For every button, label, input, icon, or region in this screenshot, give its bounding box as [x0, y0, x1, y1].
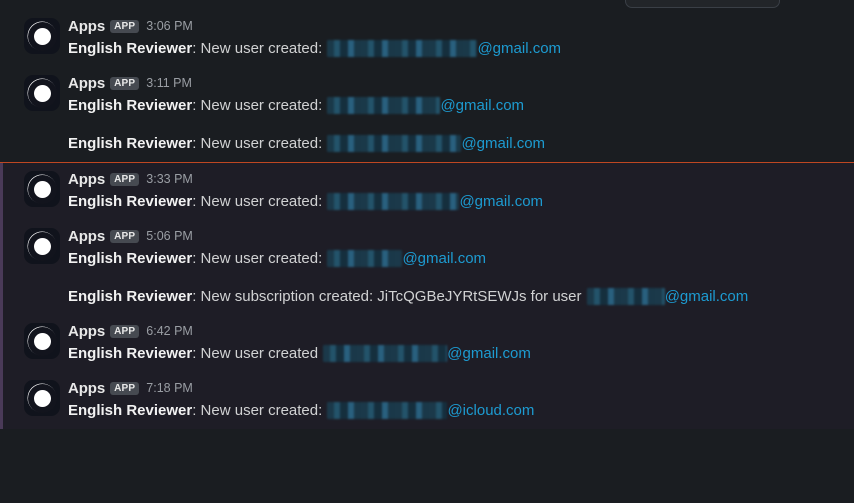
message-group-inner: Apps APP 5:06 PM English Reviewer: New user… [24, 226, 834, 271]
redacted-email-local-part [323, 345, 448, 362]
message-line: English Reviewer: New user created: @gma… [68, 247, 834, 271]
message-header: Apps APP 7:18 PM [68, 378, 834, 398]
sender-name[interactable]: Apps [68, 171, 105, 188]
message-header: Apps APP 3:33 PM [68, 169, 834, 189]
message-body-text: : New user created: [192, 250, 327, 267]
message-content: Apps APP 5:06 PM English Reviewer: New user… [68, 226, 834, 271]
message-header: Apps APP 3:11 PM [68, 73, 834, 93]
message-group-inner: Apps APP 3:11 PM English Reviewer: New user… [24, 73, 834, 118]
message-header: Apps APP 3:06 PM [68, 16, 834, 36]
message-timestamp[interactable]: 3:11 PM [146, 76, 192, 90]
message-line: English Reviewer: New user created: @icl… [68, 399, 834, 423]
redacted-email-local-part [586, 288, 665, 305]
message-group-inner: Apps APP 3:33 PM English Reviewer: New user… [24, 169, 834, 214]
message-reviewer-name: English Reviewer [68, 135, 193, 152]
redacted-email-local-part [327, 193, 460, 210]
email-domain-link[interactable]: @gmail.com [665, 288, 749, 305]
message-group[interactable]: Apps APP 3:06 PM English Reviewer: New user… [0, 10, 854, 67]
redacted-email-local-part [327, 40, 478, 57]
message-line: English Reviewer: New user created @gmai… [68, 342, 834, 366]
message-group[interactable]: Apps APP 3:33 PM English Reviewer: New user… [0, 163, 854, 220]
redacted-email-local-part [327, 97, 441, 114]
apps-bot-avatar-icon[interactable] [24, 380, 60, 416]
message-line: English Reviewer: New user created: @gma… [24, 132, 834, 156]
avatar-ring [27, 21, 57, 51]
avatar-ring [27, 174, 57, 204]
message-group-inner: Apps APP 3:06 PM English Reviewer: New user… [24, 16, 834, 61]
email-domain-link[interactable]: @gmail.com [402, 250, 486, 267]
sender-name[interactable]: Apps [68, 228, 105, 245]
message-line: English Reviewer: New user created: @gma… [68, 94, 834, 118]
email-domain-link[interactable]: @gmail.com [447, 345, 531, 362]
message-group[interactable]: Apps APP 6:42 PM English Reviewer: New user… [0, 315, 854, 372]
app-badge: APP [110, 324, 140, 338]
sender-name[interactable]: Apps [68, 18, 105, 35]
email-domain-link[interactable]: @gmail.com [459, 193, 543, 210]
message-line: English Reviewer: New subscription creat… [24, 285, 834, 309]
app-badge: APP [110, 381, 140, 395]
message-body-text: : New user created: [192, 135, 327, 152]
app-badge: APP [110, 229, 140, 243]
message-body-text: : New user created: [192, 193, 327, 210]
message-reviewer-name: English Reviewer [68, 250, 193, 267]
message-header: Apps APP 6:42 PM [68, 321, 834, 341]
sender-name[interactable]: Apps [68, 323, 105, 340]
avatar-ring [27, 383, 57, 413]
message-line: English Reviewer: New user created: @gma… [68, 37, 834, 61]
message-body-text: : New subscription created: JiTcQGBeJYRt… [192, 288, 586, 305]
message-content: Apps APP 7:18 PM English Reviewer: New user… [68, 378, 834, 423]
apps-bot-avatar-icon[interactable] [24, 228, 60, 264]
message-content: Apps APP 3:11 PM English Reviewer: New user… [68, 73, 834, 118]
message-body-text: : New user created: [192, 40, 327, 57]
redacted-email-local-part [327, 250, 403, 267]
message-timestamp[interactable]: 7:18 PM [146, 381, 193, 395]
avatar-ring [27, 326, 57, 356]
message-timestamp[interactable]: 5:06 PM [146, 229, 193, 243]
apps-bot-avatar-icon[interactable] [24, 171, 60, 207]
message-group[interactable]: Apps APP 5:06 PM English Reviewer: New user… [0, 220, 854, 315]
message-reviewer-name: English Reviewer [68, 97, 193, 114]
redacted-email-local-part [327, 402, 448, 419]
message-content: Apps APP 6:42 PM English Reviewer: New user… [68, 321, 834, 366]
avatar-ring [27, 231, 57, 261]
redacted-email-local-part [327, 135, 462, 152]
app-badge: APP [110, 19, 140, 33]
app-badge: APP [110, 172, 140, 186]
sender-name[interactable]: Apps [68, 380, 105, 397]
message-timestamp[interactable]: 3:33 PM [146, 172, 193, 186]
apps-bot-avatar-icon[interactable] [24, 18, 60, 54]
message-content: Apps APP 3:06 PM English Reviewer: New user… [68, 16, 834, 61]
message-group[interactable]: Apps APP 3:11 PM English Reviewer: New user… [0, 67, 854, 162]
sender-name[interactable]: Apps [68, 75, 105, 92]
message-content: Apps APP 3:33 PM English Reviewer: New user… [68, 169, 834, 214]
message-reviewer-name: English Reviewer [68, 345, 193, 362]
avatar-ring [27, 78, 57, 108]
message-line: English Reviewer: New user created: @gma… [68, 190, 834, 214]
message-body-text: : New user created [192, 345, 323, 362]
message-reviewer-name: English Reviewer [68, 193, 193, 210]
message-reviewer-name: English Reviewer [68, 40, 193, 57]
email-domain-link[interactable]: @gmail.com [440, 97, 524, 114]
apps-bot-avatar-icon[interactable] [24, 323, 60, 359]
message-body-text: : New user created: [192, 97, 327, 114]
message-group-inner: Apps APP 7:18 PM English Reviewer: New user… [24, 378, 834, 423]
message-group-inner: Apps APP 6:42 PM English Reviewer: New user… [24, 321, 834, 366]
email-domain-link[interactable]: @icloud.com [447, 402, 534, 419]
message-list[interactable]: Apps APP 3:06 PM English Reviewer: New user… [0, 0, 854, 503]
message-reviewer-name: English Reviewer [68, 288, 193, 305]
message-timestamp[interactable]: 3:06 PM [146, 19, 193, 33]
message-timestamp[interactable]: 6:42 PM [146, 324, 193, 338]
message-group[interactable]: Apps APP 7:18 PM English Reviewer: New user… [0, 372, 854, 429]
app-badge: APP [110, 76, 140, 90]
message-header: Apps APP 5:06 PM [68, 226, 834, 246]
apps-bot-avatar-icon[interactable] [24, 75, 60, 111]
email-domain-link[interactable]: @gmail.com [477, 40, 561, 57]
message-reviewer-name: English Reviewer [68, 402, 193, 419]
email-domain-link[interactable]: @gmail.com [461, 135, 545, 152]
message-body-text: : New user created: [192, 402, 327, 419]
slack-channel-view: Apps APP 3:06 PM English Reviewer: New user… [0, 0, 854, 503]
